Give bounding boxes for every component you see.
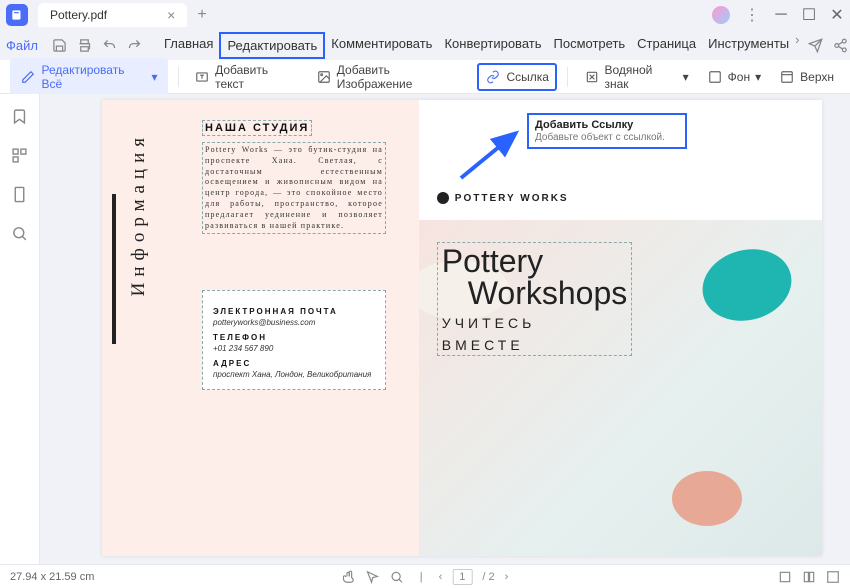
link-label: Ссылка [506, 70, 548, 84]
watermark-label: Водяной знак [604, 63, 677, 91]
hand-tool-icon[interactable] [342, 570, 356, 584]
watermark-icon [584, 69, 600, 85]
brand-logo: POTTERY WORKS [437, 192, 569, 204]
chevron-down-icon: ▾ [151, 70, 157, 84]
add-link-button[interactable]: Ссылка [477, 63, 556, 91]
minimize-icon[interactable]: ─ [774, 8, 788, 22]
search-icon[interactable] [11, 225, 28, 242]
edit-all-label: Редактировать Всё [42, 63, 146, 91]
pencil-icon [20, 69, 36, 85]
studio-heading[interactable]: НАША СТУДИЯ [202, 120, 312, 136]
chevron-down-icon: ▾ [683, 70, 689, 84]
address-value: проспект Хана, Лондон, Великобритания [213, 370, 375, 379]
zoom-tool-icon[interactable] [390, 570, 404, 584]
next-page-icon[interactable]: › [505, 571, 509, 583]
page-dimensions: 27.94 x 21.59 cm [10, 571, 94, 583]
send-icon[interactable] [808, 38, 823, 53]
hero-photo: Pottery Workshops УЧИТЕСЬ ВМЕСТЕ [419, 220, 822, 556]
edit-toolbar: Редактировать Всё ▾ Добавить текст Добав… [0, 60, 850, 94]
add-image-button[interactable]: Добавить Изображение [310, 59, 471, 95]
prev-page-icon[interactable]: ‹ [439, 571, 443, 583]
hero-line-1: Pottery [442, 245, 627, 277]
add-text-label: Добавить текст [215, 63, 298, 91]
select-tool-icon[interactable] [366, 570, 380, 584]
app-icon[interactable] [6, 4, 28, 26]
tooltip-body: Добавьте объект с ссылкой. [535, 132, 665, 143]
save-icon[interactable] [52, 38, 67, 53]
hero-line-2: Workshops [468, 277, 627, 309]
brand-text: POTTERY WORKS [455, 193, 569, 204]
header-icon [779, 69, 795, 85]
tab-page[interactable]: Страница [631, 32, 702, 59]
attachment-icon[interactable] [11, 186, 28, 203]
tab-title: Pottery.pdf [50, 8, 107, 22]
address-heading: АДРЕС [213, 359, 375, 368]
text-icon [194, 69, 210, 85]
add-image-label: Добавить Изображение [337, 63, 466, 91]
studio-body[interactable]: Pottery Works — это бутик-студия на прос… [202, 142, 386, 234]
watermark-button[interactable]: Водяной знак ▾ [578, 59, 695, 95]
link-icon [485, 69, 501, 85]
bookmark-icon[interactable] [11, 108, 28, 125]
background-icon [707, 69, 723, 85]
chevron-down-icon: ▾ [755, 70, 761, 84]
titlebar-controls: ⋮ ─ ☐ ✕ [712, 5, 844, 25]
contact-card[interactable]: ЭЛЕКТРОННАЯ ПОЧТА potteryworks@business.… [202, 290, 386, 390]
document-tab[interactable]: Pottery.pdf × [38, 3, 187, 27]
close-tab-icon[interactable]: × [167, 7, 175, 23]
workspace: Информация НАША СТУДИЯ Pottery Works — э… [40, 94, 850, 564]
background-label: Фон [728, 70, 750, 84]
tab-edit[interactable]: Редактировать [219, 32, 325, 59]
tab-convert[interactable]: Конвертировать [438, 32, 547, 59]
print-icon[interactable] [77, 38, 92, 53]
hero-sub-1: УЧИТЕСЬ [442, 315, 627, 331]
tab-comment[interactable]: Комментировать [325, 32, 438, 59]
header-label: Верхн [800, 70, 834, 84]
kebab-menu-icon[interactable]: ⋮ [744, 5, 760, 25]
zoom-dropdown-icon[interactable] [826, 570, 840, 584]
email-heading: ЭЛЕКТРОННАЯ ПОЧТА [213, 307, 375, 316]
new-tab-button[interactable]: + [197, 6, 206, 24]
fit-width-icon[interactable] [778, 570, 792, 584]
header-button[interactable]: Верхн [773, 65, 840, 89]
link-tooltip: Добавить Ссылку Добавьте объект с ссылко… [527, 113, 687, 149]
page-input[interactable]: 1 [452, 569, 472, 585]
tab-view[interactable]: Посмотреть [548, 32, 632, 59]
brand-dot-icon [437, 192, 449, 204]
hero-text[interactable]: Pottery Workshops УЧИТЕСЬ ВМЕСТЕ [437, 242, 632, 356]
undo-icon[interactable] [102, 38, 117, 53]
tab-home[interactable]: Главная [158, 32, 219, 59]
page-total: / 2 [482, 571, 494, 583]
menubar: Файл Главная Редактировать Комментироват… [0, 30, 850, 60]
redo-icon[interactable] [127, 38, 142, 53]
fit-page-icon[interactable] [802, 570, 816, 584]
close-window-icon[interactable]: ✕ [830, 8, 844, 22]
add-text-button[interactable]: Добавить текст [188, 59, 304, 95]
user-avatar[interactable] [712, 6, 730, 24]
edit-all-button[interactable]: Редактировать Всё ▾ [10, 58, 168, 96]
thumbnails-icon[interactable] [11, 147, 28, 164]
background-button[interactable]: Фон ▾ [701, 65, 767, 89]
statusbar: 27.94 x 21.59 cm | ‹ 1 / 2 › [0, 564, 850, 588]
phone-heading: ТЕЛЕФОН [213, 333, 375, 342]
sidebar [0, 94, 40, 564]
maximize-icon[interactable]: ☐ [802, 8, 816, 22]
chevron-right-icon[interactable]: › [795, 32, 799, 59]
tooltip-title: Добавить Ссылку [535, 119, 633, 131]
annotation-arrow-icon [456, 128, 526, 183]
titlebar: Pottery.pdf × + ⋮ ─ ☐ ✕ [0, 0, 850, 30]
hero-sub-2: ВМЕСТЕ [442, 337, 627, 353]
file-menu[interactable]: Файл [6, 38, 38, 53]
share-icon[interactable] [833, 38, 848, 53]
image-icon [316, 69, 332, 85]
email-value: potteryworks@business.com [213, 318, 375, 327]
vertical-label: Информация [128, 132, 150, 296]
tab-tools[interactable]: Инструменты [702, 32, 795, 59]
phone-value: +01 234 567 890 [213, 344, 375, 353]
